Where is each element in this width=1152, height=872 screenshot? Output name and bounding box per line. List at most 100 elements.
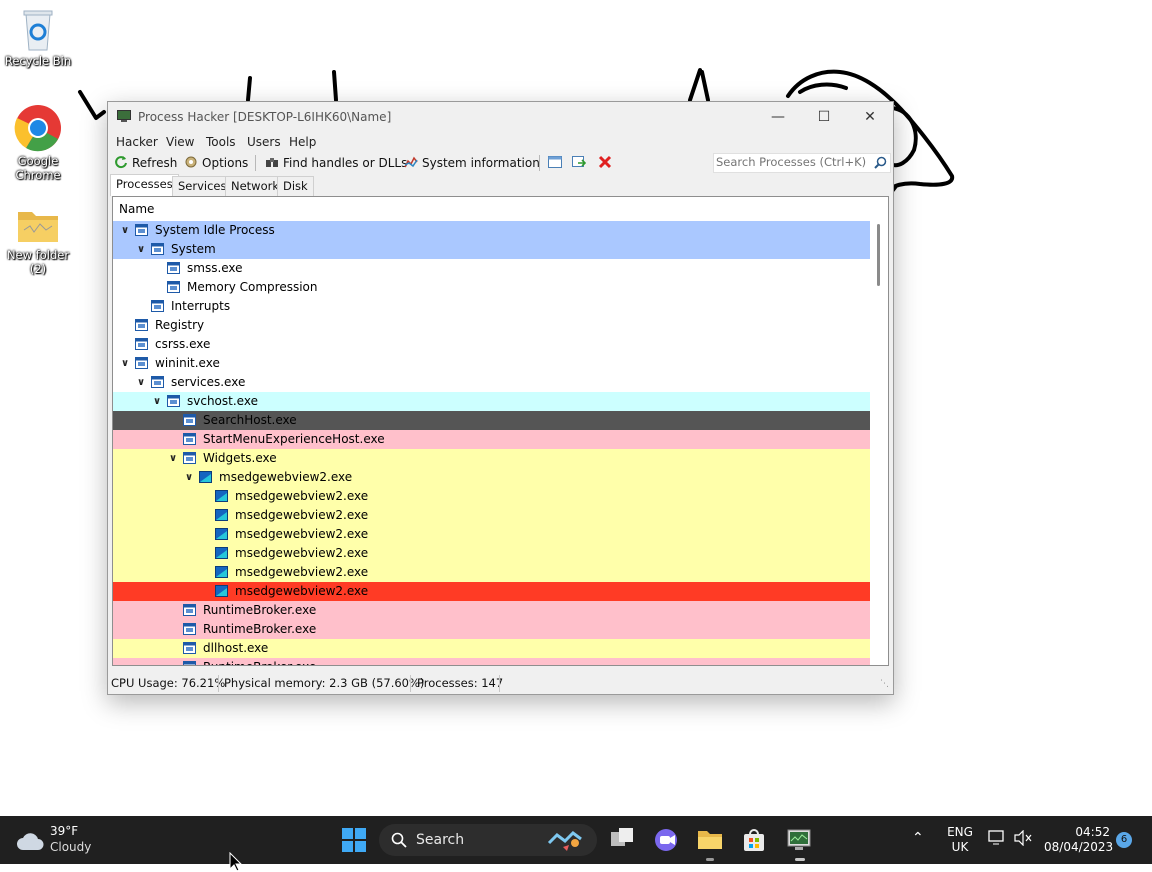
process-row[interactable]: ∨ System — [113, 240, 870, 259]
start-button[interactable] — [342, 828, 366, 855]
process-row[interactable]: RuntimeBroker.exe — [113, 601, 870, 620]
expand-chevron-icon[interactable]: ∨ — [135, 240, 147, 259]
desktop-icon-new-folder[interactable]: New folder (2) — [0, 206, 76, 276]
process-row[interactable]: msedgewebview2.exe — [113, 506, 870, 525]
vertical-scrollbar[interactable] — [870, 221, 887, 665]
process-name: Widgets.exe — [203, 451, 277, 465]
process-tree-list[interactable]: Name ∨ System Idle Process ∨ System smss.exe… — [112, 196, 889, 666]
find-handles-label: Find handles or DLLs — [283, 156, 408, 170]
clock-date: 08/04/2023 — [1044, 840, 1114, 854]
process-row[interactable]: ∨ wininit.exe — [113, 354, 870, 373]
process-row[interactable]: csrss.exe — [113, 335, 870, 354]
language-indicator[interactable]: ENG UK — [942, 825, 978, 855]
network-icon[interactable] — [988, 830, 1006, 849]
menu-help[interactable]: Help — [289, 135, 316, 149]
process-row[interactable]: Interrupts — [113, 297, 870, 316]
tab-disk[interactable]: Disk — [277, 176, 314, 196]
expand-chevron-icon[interactable]: ∨ — [119, 221, 131, 240]
menu-hacker[interactable]: Hacker — [116, 135, 158, 149]
status-separator — [499, 675, 500, 692]
clock[interactable]: 04:52 08/04/2023 — [1044, 825, 1114, 855]
close-button[interactable]: ✕ — [847, 102, 893, 132]
graph-icon — [404, 156, 418, 168]
maximize-button[interactable]: ☐ — [801, 102, 847, 132]
binoculars-icon — [266, 158, 278, 167]
process-row[interactable]: dllhost.exe — [113, 639, 870, 658]
menu-view[interactable]: View — [166, 135, 194, 149]
process-name: svchost.exe — [187, 394, 258, 408]
process-row[interactable]: ∨ svchost.exe — [113, 392, 870, 411]
expand-chevron-icon[interactable]: ∨ — [119, 354, 131, 373]
process-row[interactable]: StartMenuExperienceHost.exe — [113, 430, 870, 449]
tab-services[interactable]: Services — [172, 176, 233, 196]
process-row[interactable]: SearchHost.exe — [113, 411, 870, 430]
menu-tools[interactable]: Tools — [206, 135, 236, 149]
search-icon — [391, 832, 407, 848]
process-row[interactable]: ∨ Widgets.exe — [113, 449, 870, 468]
search-icon[interactable] — [874, 156, 887, 169]
process-hacker-window[interactable]: Process Hacker [DESKTOP-L6IHK60\Name] — … — [107, 101, 894, 695]
process-row[interactable]: Registry — [113, 316, 870, 335]
language-code: ENG — [947, 825, 973, 839]
minimize-button[interactable]: — — [755, 102, 801, 132]
tab-processes[interactable]: Processes — [110, 174, 179, 196]
system-information-button[interactable]: System information — [404, 155, 540, 170]
process-row[interactable]: msedgewebview2.exe — [113, 563, 870, 582]
search-processes-input[interactable] — [714, 154, 866, 170]
show-window-button[interactable] — [548, 155, 566, 170]
find-window-button[interactable] — [572, 155, 590, 170]
process-row[interactable]: smss.exe — [113, 259, 870, 278]
terminate-button[interactable] — [598, 155, 616, 170]
process-row[interactable]: ∨ services.exe — [113, 373, 870, 392]
show-hidden-icons-button[interactable]: ⌃ — [912, 830, 924, 846]
find-handles-button[interactable]: Find handles or DLLs — [265, 155, 407, 170]
teams-chat-button[interactable] — [654, 828, 680, 855]
physical-memory-status: Physical memory: 2.3 GB (57.60%) — [224, 676, 425, 690]
webview-process-icon — [199, 471, 212, 483]
process-row[interactable]: msedgewebview2.exe — [113, 525, 870, 544]
options-button[interactable]: Options — [184, 155, 248, 170]
recycle-bin-icon — [20, 8, 56, 52]
notification-badge[interactable]: 6 — [1116, 832, 1132, 848]
process-row[interactable]: msedgewebview2.exe — [113, 487, 870, 506]
task-view-button[interactable] — [611, 828, 635, 853]
process-rows: ∨ System Idle Process ∨ System smss.exe Memor… — [113, 221, 870, 665]
volume-muted-icon[interactable] — [1014, 829, 1032, 849]
process-icon — [151, 376, 164, 388]
desktop-icon-google-chrome[interactable]: Google Chrome — [0, 104, 76, 182]
weather-widget[interactable]: 39°F Cloudy — [16, 824, 106, 858]
scrollbar-thumb[interactable] — [877, 224, 880, 286]
expand-chevron-icon[interactable]: ∨ — [183, 468, 195, 487]
process-hacker-taskbar-button[interactable] — [787, 828, 811, 855]
webview-process-icon — [215, 566, 228, 578]
process-icon — [135, 357, 148, 369]
process-row[interactable]: RuntimeBroker.exe — [113, 620, 870, 639]
refresh-button[interactable]: Refresh — [114, 155, 177, 170]
process-row[interactable]: Memory Compression — [113, 278, 870, 297]
process-icon — [183, 642, 196, 654]
title-bar[interactable]: Process Hacker [DESKTOP-L6IHK60\Name] — … — [108, 102, 893, 132]
expand-chevron-icon[interactable]: ∨ — [167, 449, 179, 468]
column-header-name[interactable]: Name — [113, 197, 848, 222]
process-row[interactable]: ∨ msedgewebview2.exe — [113, 468, 870, 487]
search-processes-box[interactable] — [713, 153, 891, 173]
running-indicator — [795, 858, 805, 861]
process-row[interactable]: ∨ System Idle Process — [113, 221, 870, 240]
expand-chevron-icon[interactable]: ∨ — [135, 373, 147, 392]
process-name: smss.exe — [187, 261, 243, 275]
process-row[interactable]: msedgewebview2.exe — [113, 582, 870, 601]
mouse-cursor-icon — [229, 852, 243, 872]
taskbar-search-box[interactable]: Search — [379, 824, 597, 856]
menu-users[interactable]: Users — [247, 135, 281, 149]
process-icon — [167, 281, 180, 293]
process-row[interactable]: msedgewebview2.exe — [113, 544, 870, 563]
microsoft-store-button[interactable] — [742, 828, 766, 855]
process-row[interactable]: RuntimeBroker.exe — [113, 658, 870, 665]
process-name: Interrupts — [171, 299, 231, 313]
desktop-icon-recycle-bin[interactable]: Recycle Bin — [0, 8, 76, 68]
expand-chevron-icon[interactable]: ∨ — [151, 392, 163, 411]
process-name: msedgewebview2.exe — [235, 489, 369, 503]
process-icon — [183, 433, 196, 445]
file-explorer-button[interactable] — [697, 828, 723, 853]
resize-grip-icon[interactable]: ⋱ — [880, 679, 889, 689]
